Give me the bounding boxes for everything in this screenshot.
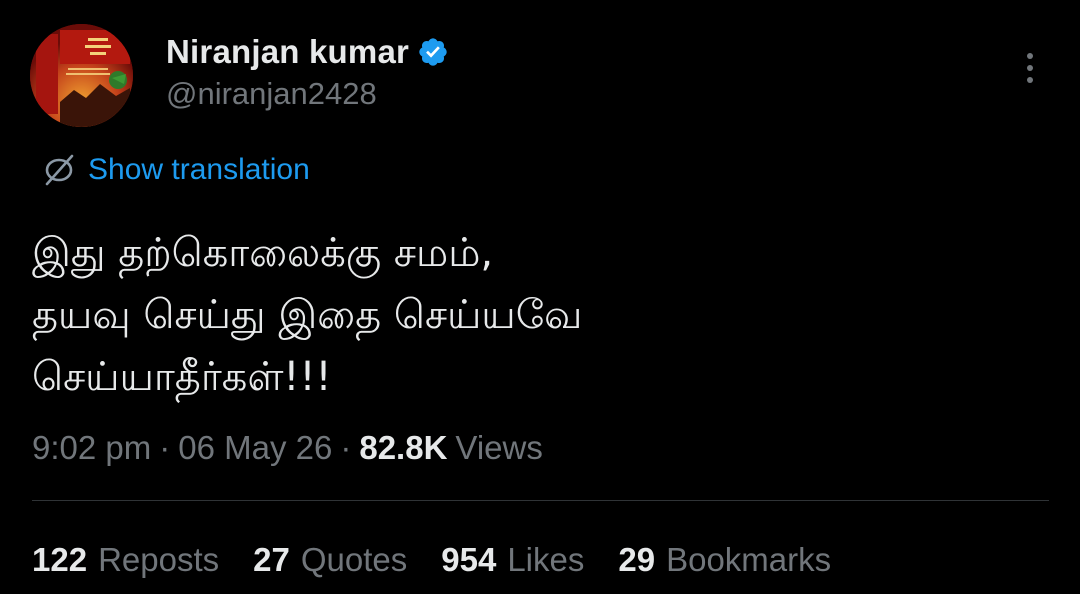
likes-stat[interactable]: 954 Likes	[441, 541, 584, 579]
engagement-stats: 122 Reposts 27 Quotes 954 Likes 29 Bookm…	[32, 535, 865, 585]
author-handle[interactable]: @niranjan2428	[166, 76, 377, 112]
more-options-button[interactable]	[1010, 46, 1050, 90]
divider	[32, 500, 1049, 501]
views-label: Views	[455, 429, 543, 466]
tweet-date[interactable]: 06 May 26	[178, 429, 332, 467]
quotes-label: Quotes	[300, 541, 408, 578]
more-vertical-icon-dot	[1027, 77, 1033, 83]
bookmarks-stat[interactable]: 29 Bookmarks	[618, 541, 831, 579]
tweet-text: இது தற்கொலைக்கு சமம், தயவு செய்து இதை செ…	[32, 230, 583, 400]
meta-separator: ·	[159, 429, 171, 466]
reposts-stat[interactable]: 122 Reposts	[32, 541, 219, 579]
likes-label: Likes	[507, 541, 585, 578]
name-row: Niranjan kumar	[166, 30, 449, 74]
more-vertical-icon-dot	[1027, 65, 1033, 71]
bookmarks-count: 29	[618, 541, 656, 578]
reposts-label: Reposts	[98, 541, 220, 578]
tweet-time[interactable]: 9:02 pm	[32, 429, 151, 467]
likes-count: 954	[441, 541, 497, 578]
meta-separator: ·	[340, 429, 352, 466]
book-cover-avatar	[30, 24, 133, 127]
tweet-meta: 9:02 pm · 06 May 26 · 82.8K Views	[32, 424, 543, 472]
views-count: 82.8K	[359, 429, 448, 466]
quotes-count: 27	[253, 541, 290, 578]
bookmarks-label: Bookmarks	[666, 541, 832, 578]
show-translation-label: Show translation	[88, 153, 310, 186]
reposts-count: 122	[32, 541, 88, 578]
quotes-stat[interactable]: 27 Quotes	[253, 541, 407, 579]
show-translation-button[interactable]: Show translation	[42, 150, 310, 190]
tweet-header: Niranjan kumar @niranjan2428	[30, 22, 1050, 127]
verified-badge-icon	[419, 38, 447, 66]
avatar[interactable]	[30, 24, 133, 127]
more-vertical-icon	[1027, 53, 1033, 59]
globe-slash-icon	[45, 154, 74, 186]
display-name[interactable]: Niranjan kumar	[166, 33, 409, 71]
